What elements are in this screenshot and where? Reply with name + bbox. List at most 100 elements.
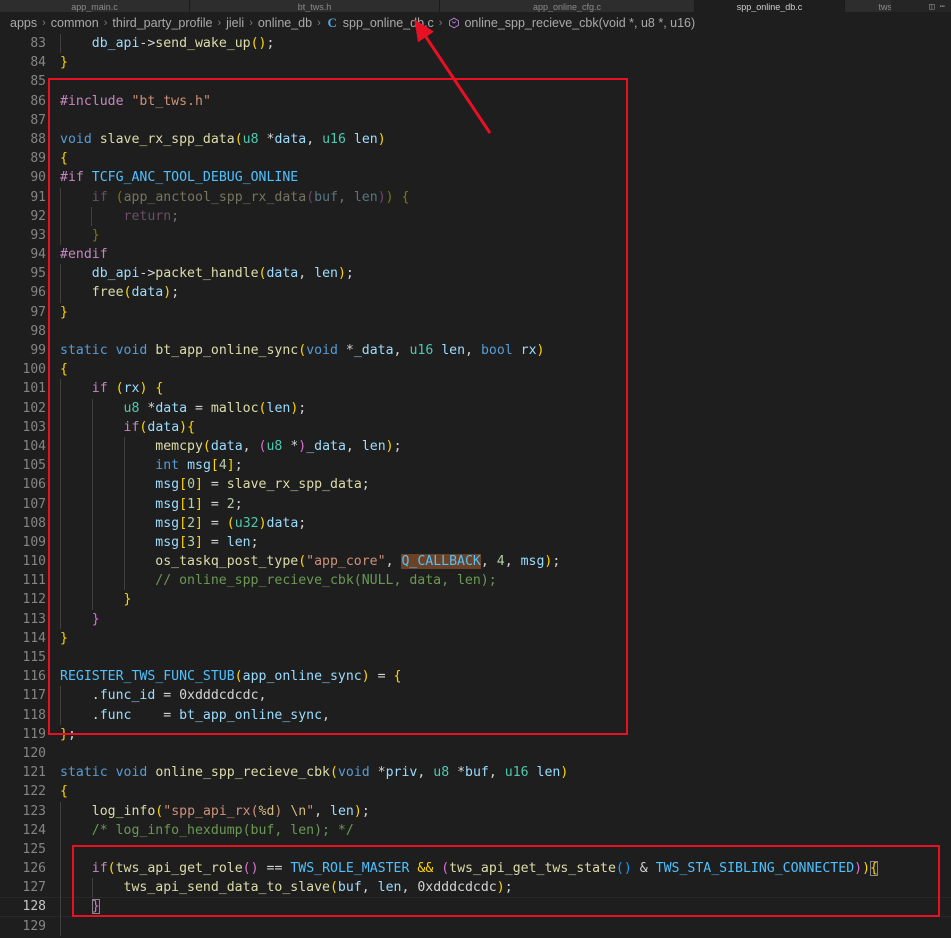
line-number: 121 (22, 765, 46, 781)
line-number: 112 (22, 592, 46, 608)
code-line[interactable]: 110 os_taskq_post_type("app_core", Q_CAL… (0, 552, 951, 572)
line-number: 91 (30, 189, 46, 205)
more-actions-icon[interactable]: ⋯ (940, 3, 945, 12)
line-number: 103 (22, 419, 46, 435)
breadcrumb-item-file[interactable]: C spp_online_db.c (326, 15, 434, 30)
breadcrumb-label: third_party_profile (112, 16, 213, 30)
line-number: 123 (22, 803, 46, 819)
breadcrumb-item-symbol[interactable]: online_spp_recieve_cbk(void *, u8 *, u16… (447, 16, 695, 30)
line-number: 110 (22, 554, 46, 570)
code-line[interactable]: 91 if (app_anctool_spp_rx_data(buf, len)… (0, 187, 951, 207)
code-line[interactable]: 118 .func = bt_app_online_sync, (0, 705, 951, 725)
breadcrumb-label: spp_online_db.c (342, 16, 434, 30)
line-number: 114 (22, 630, 46, 646)
code-line[interactable]: 116 REGISTER_TWS_FUNC_STUB(app_online_syn… (0, 667, 951, 686)
line-number: 95 (30, 266, 46, 282)
code-line[interactable]: 84} (0, 53, 951, 72)
breadcrumb-item-common[interactable]: common (51, 16, 99, 30)
code-line[interactable]: 93 } (0, 225, 951, 246)
code-line[interactable]: 87 (0, 111, 951, 130)
code-line[interactable]: 104 memcpy(data, (u8 *)_data, len); (0, 436, 951, 457)
code-line[interactable]: 101 if (rx) { (0, 379, 951, 399)
line-number: 119 (22, 726, 46, 742)
code-line-active[interactable]: 128 } (0, 897, 951, 917)
code-line[interactable]: 125 (0, 839, 951, 860)
breadcrumb: apps › common › third_party_profile › ji… (0, 12, 951, 34)
code-line[interactable]: 124 /* log_info_hexdump(buf, len); */ (0, 820, 951, 840)
line-number: 89 (30, 151, 46, 167)
code-line[interactable]: 94 #endif (0, 245, 951, 264)
line-number: 84 (30, 55, 46, 71)
editor-tab[interactable]: app_online_cfg.c (440, 0, 695, 12)
line-number: 126 (22, 861, 46, 877)
code-line[interactable]: 121 static void online_spp_recieve_cbk(vo… (0, 763, 951, 782)
code-line[interactable]: 90 #if TCFG_ANC_TOOL_DEBUG_ONLINE (0, 168, 951, 187)
code-line[interactable]: 85 (0, 72, 951, 91)
code-line[interactable]: 119}; (0, 725, 951, 744)
method-symbol-icon (447, 17, 460, 30)
line-number: 94 (30, 247, 46, 263)
code-line[interactable]: 112 } (0, 590, 951, 610)
line-number: 127 (22, 880, 46, 896)
line-number: 122 (22, 784, 46, 800)
code-line[interactable]: 108 msg[2] = (u32)data; (0, 513, 951, 533)
line-number: 125 (22, 841, 46, 857)
breadcrumb-label: common (50, 16, 99, 30)
line-number: 98 (30, 323, 46, 339)
code-line[interactable]: 97} (0, 303, 951, 322)
editor-tab-active[interactable]: spp_online_db.c (695, 0, 845, 12)
vscode-window: app_main.c bt_tws.h app_online_cfg.c spp… (0, 0, 951, 938)
code-line[interactable]: 126 if(tws_api_get_role() == TWS_ROLE_MA… (0, 859, 951, 879)
code-line[interactable]: 129 (0, 916, 951, 936)
code-line[interactable]: 95 db_api->packet_handle(data, len); (0, 264, 951, 284)
breadcrumb-label: apps (10, 16, 38, 30)
line-number: 86 (30, 93, 46, 109)
breadcrumb-separator-icon: › (317, 17, 321, 29)
line-number: 106 (22, 477, 46, 493)
code-line[interactable]: 103 if(data){ (0, 417, 951, 437)
code-line[interactable]: 102 u8 *data = malloc(len); (0, 398, 951, 418)
code-line[interactable]: 105 int msg[4]; (0, 456, 951, 476)
code-line[interactable]: 115 (0, 648, 951, 667)
line-number: 102 (22, 400, 46, 416)
code-line[interactable]: 96 free(data); (0, 283, 951, 303)
breadcrumb-item-third-party-profile[interactable]: third_party_profile (112, 16, 212, 30)
code-line[interactable]: 114} (0, 629, 951, 648)
editor-tab-actions: ◫ ⋯ (891, 0, 951, 12)
breadcrumb-item-jieli[interactable]: jieli (226, 16, 244, 30)
split-editor-icon[interactable]: ◫ (929, 3, 934, 12)
breadcrumb-item-apps[interactable]: apps (10, 16, 37, 30)
code-line[interactable]: 122{ (0, 782, 951, 801)
code-line[interactable]: 89{ (0, 149, 951, 168)
line-number: 104 (22, 438, 46, 454)
code-line[interactable]: 92 return; (0, 206, 951, 226)
code-line[interactable]: 83 db_api->send_wake_up(); (0, 34, 951, 54)
breadcrumb-separator-icon: › (217, 17, 222, 29)
code-line[interactable]: 107 msg[1] = 2; (0, 494, 951, 514)
code-line[interactable]: 127 tws_api_send_data_to_slave(buf, len,… (0, 878, 951, 898)
code-line[interactable]: 88 void slave_rx_spp_data(u8 *data, u16 l… (0, 130, 951, 149)
code-line[interactable]: 113 } (0, 609, 951, 629)
code-line[interactable]: 111 // online_spp_recieve_cbk(NULL, data… (0, 571, 951, 591)
editor-tab[interactable]: bt_tws.h (190, 0, 440, 12)
line-number: 105 (22, 458, 46, 474)
code-line[interactable]: 123 log_info("spp_api_rx(%d) \n", len); (0, 801, 951, 821)
editor-tab-label: bt_tws.h (297, 2, 332, 12)
editor-tab-label: spp_online_db.c (736, 2, 803, 12)
breadcrumb-label: online_spp_recieve_cbk(void *, u8 *, u16… (464, 16, 696, 30)
code-line[interactable]: 109 msg[3] = len; (0, 532, 951, 553)
code-line[interactable]: 98 (0, 322, 951, 341)
line-number: 109 (22, 534, 46, 550)
code-editor[interactable]: 83 db_api->send_wake_up(); 84} 85 86 #inc… (0, 34, 951, 938)
line-number: 83 (30, 36, 46, 51)
editor-tab[interactable]: app_main.c (0, 0, 190, 12)
code-line[interactable]: 120 (0, 744, 951, 763)
code-line[interactable]: 106 msg[0] = slave_rx_spp_data; (0, 475, 951, 495)
code-line[interactable]: 86 #include "bt_tws.h" (0, 92, 951, 111)
breadcrumb-separator-icon: › (249, 17, 253, 29)
breadcrumb-item-online-db[interactable]: online_db (258, 16, 312, 30)
line-number: 87 (30, 112, 46, 128)
code-line[interactable]: 99 static void bt_app_online_sync(void *_… (0, 341, 951, 360)
code-line[interactable]: 100{ (0, 360, 951, 379)
code-line[interactable]: 117 .func_id = 0xdddcdcdc, (0, 686, 951, 706)
